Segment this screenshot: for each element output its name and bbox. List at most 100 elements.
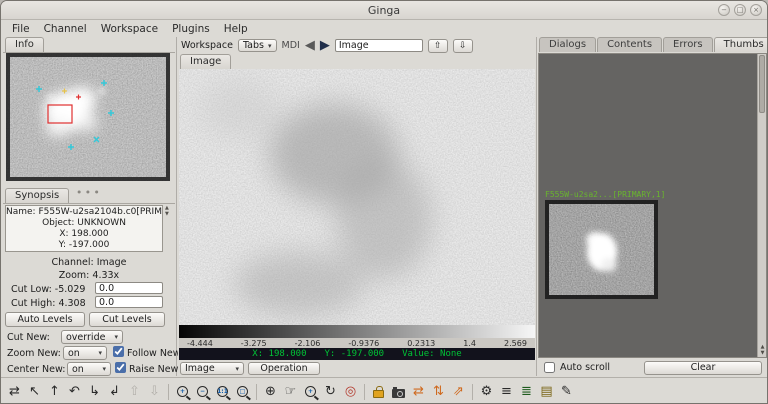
free-pan-icon[interactable]: + [301,382,320,402]
preferences-icon[interactable]: ≡ [497,382,516,402]
colorbar-tick: -2.106 [294,338,321,348]
auto-scroll-label: Auto scroll [560,362,611,373]
zoom-new-label: Zoom New: [7,348,61,359]
thumbnail-image [545,200,658,299]
colorbar-tick: -0.9376 [348,338,380,348]
zoom-1to1-icon[interactable]: 1:1 [213,382,232,402]
redo-pan-icon[interactable]: ↳ [85,382,104,402]
pan-history-icon[interactable]: ↲ [105,382,124,402]
thumbs-scrollbar[interactable]: ▲ ▼ [757,54,766,357]
y-coordinate-line: Y: -197.000 [58,240,110,250]
menu-help[interactable]: Help [217,22,255,36]
synopsis-tab-divider [3,203,175,204]
flip-horizontal-icon[interactable]: ⇄ [409,382,428,402]
thumbs-scrollbar-thumb[interactable] [759,55,765,113]
cut-new-select[interactable]: override [61,330,123,344]
colorbar[interactable] [179,325,535,338]
synopsis-box: Name: F555W-u2sa2104b.c0[PRIMAR Object: … [5,205,163,252]
follow-new-checkbox[interactable] [113,346,124,357]
channel-select[interactable]: Image [180,362,244,375]
tab-synopsis[interactable]: Synopsis [5,188,70,203]
undo-pan-icon[interactable]: ↶ [65,382,84,402]
image-name-line: Name: F555W-u2sa2104b.c0[PRIMAR [6,207,163,217]
workspace-label: Workspace [181,40,233,51]
pan-icon[interactable]: ⇄ [5,382,24,402]
tab-contents[interactable]: Contents [597,37,663,52]
window-maximize-button[interactable]: □ [734,4,746,16]
camera-icon[interactable] [389,382,408,402]
menu-file[interactable]: File [5,22,37,36]
window-controls: − □ × [718,4,762,16]
follow-new-label: Follow New [127,348,181,359]
rotate-icon[interactable]: ↻ [321,382,340,402]
tab-image-channel[interactable]: Image [180,54,232,69]
menu-channel[interactable]: Channel [37,22,94,36]
zoom-line: Zoom: 4.33x [58,270,120,281]
cut-new-value: override [66,331,106,343]
restore-orientation-icon[interactable]: ◎ [341,382,360,402]
menu-workspace[interactable]: Workspace [94,22,165,36]
pan-to-origin-icon[interactable]: ↖ [25,382,44,402]
center-image-icon[interactable]: ⊕ [261,382,280,402]
next-image-icon: ⇩ [149,384,160,399]
operation-button[interactable]: Operation [248,362,320,375]
center-new-select[interactable]: on [67,362,111,376]
image-canvas[interactable] [179,69,535,325]
thumbnail-item[interactable] [545,200,658,299]
auto-scroll-checkbox[interactable] [544,362,555,373]
clear-button[interactable]: Clear [644,360,762,375]
status-x: X: 198.000 [252,349,307,359]
window-minimize-button[interactable]: − [718,4,730,16]
auto-levels-button[interactable]: Auto Levels [5,312,85,327]
thumbs-scroll-arrows[interactable]: ▲ ▼ [758,344,767,356]
image-canvas-view [179,69,535,325]
pan-up-icon[interactable]: ↑ [45,382,64,402]
left-splitter[interactable] [176,37,177,376]
status-bar: X: 198.000 Y: -197.000 Value: None [179,348,535,360]
raise-new-checkbox[interactable] [115,362,126,373]
mdi-label: MDI [281,40,300,51]
colorbar-ticks: -4.444 -3.275 -2.106 -0.9376 0.2313 1.4 2.569 [179,338,535,348]
swap-axes-icon[interactable]: ⇗ [449,382,468,402]
take-tab-button[interactable]: ⇧ [427,38,448,53]
layers-icon[interactable]: ≣ [517,382,536,402]
tab-errors[interactable]: Errors [663,37,713,52]
titlebar[interactable]: Ginga − □ × [1,1,767,20]
lock-icon[interactable] [369,382,388,402]
zoom-in-icon[interactable]: + [173,382,192,402]
synopsis-scroll-arrows[interactable]: ▲ ▼ [165,205,169,217]
next-image-button[interactable]: ▶ [320,39,330,52]
tab-dialogs[interactable]: Dialogs [539,37,597,52]
center-new-label: Center New: [7,364,66,375]
put-tab-button[interactable]: ⇩ [452,38,473,53]
toolbar-separator [364,383,365,400]
channel-name-input[interactable] [334,39,423,52]
cut-low-label: Cut Low: -5.029 [11,284,86,295]
channel-select-value: Image [185,363,215,374]
cut-high-input[interactable] [95,296,163,308]
flip-vertical-icon[interactable]: ⇅ [429,382,448,402]
zoom-new-select[interactable]: on [63,346,107,360]
zoom-out-icon[interactable]: − [193,382,212,402]
menu-plugins[interactable]: Plugins [165,22,217,36]
info-pan-preview[interactable] [6,53,170,181]
pan-hand-icon[interactable]: ☞ [281,382,300,402]
cut-levels-button[interactable]: Cut Levels [89,312,165,327]
toolbar-separator [472,383,473,400]
tab-info[interactable]: Info [5,37,44,52]
cut-low-input[interactable] [95,282,163,294]
tab-thumbs[interactable]: Thumbs [713,37,767,52]
edit-icon[interactable]: ✎ [557,382,576,402]
cut-high-label: Cut High: 4.308 [11,298,86,309]
zoom-fit-icon[interactable]: □ [233,382,252,402]
tag-icon[interactable]: ▤ [537,382,556,402]
channel-operation-bar: Image Operation [178,361,536,376]
right-tabbar: Dialogs Contents Errors Thumbs [539,37,767,52]
prev-image-button[interactable]: ◀ [305,39,315,52]
status-value: Value: None [402,349,462,359]
colorbar-tick: 1.4 [463,338,477,348]
right-splitter[interactable] [536,37,537,376]
workspace-mode-select[interactable]: Tabs [237,39,277,52]
window-close-button[interactable]: × [750,4,762,16]
settings-gear-icon[interactable]: ⚙ [477,382,496,402]
